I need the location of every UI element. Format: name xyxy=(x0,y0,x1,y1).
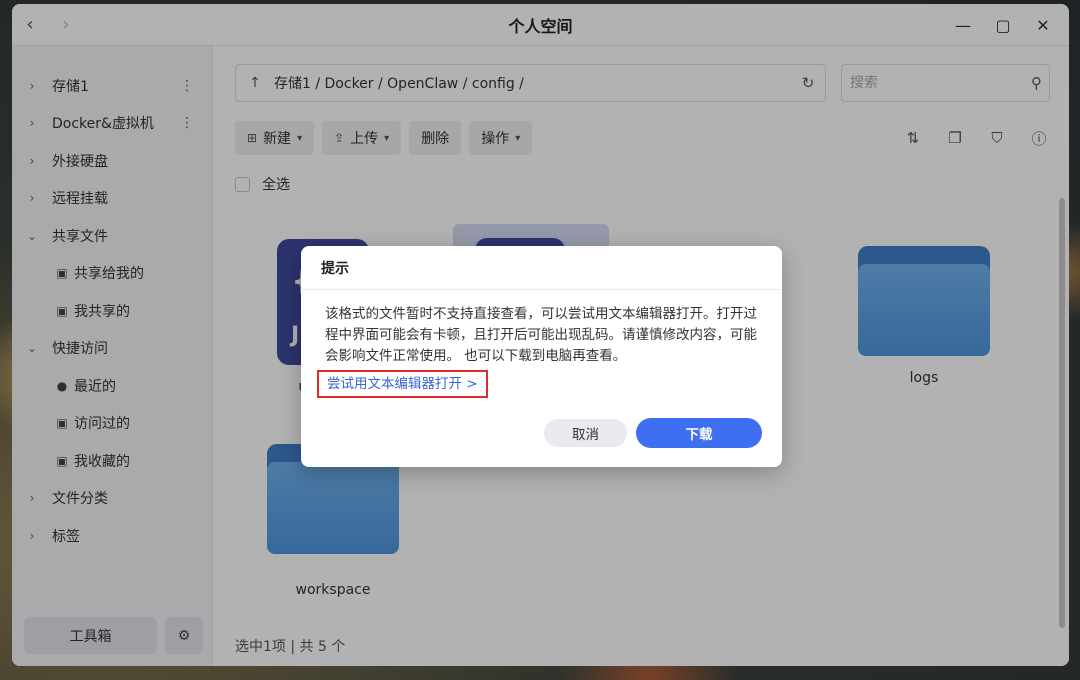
open-with-text-editor-link[interactable]: 尝试用文本编辑器打开 > xyxy=(317,370,488,398)
prompt-dialog: 提示 该格式的文件暂时不支持直接查看，可以尝试用文本编辑器打开。打开过程中界面可… xyxy=(301,246,782,467)
dialog-message: 该格式的文件暂时不支持直接查看，可以尝试用文本编辑器打开。打开过程中界面可能会有… xyxy=(325,306,757,364)
dialog-title: 提示 xyxy=(301,246,782,290)
cancel-button[interactable]: 取消 xyxy=(544,419,627,447)
download-button[interactable]: 下载 xyxy=(636,418,762,448)
